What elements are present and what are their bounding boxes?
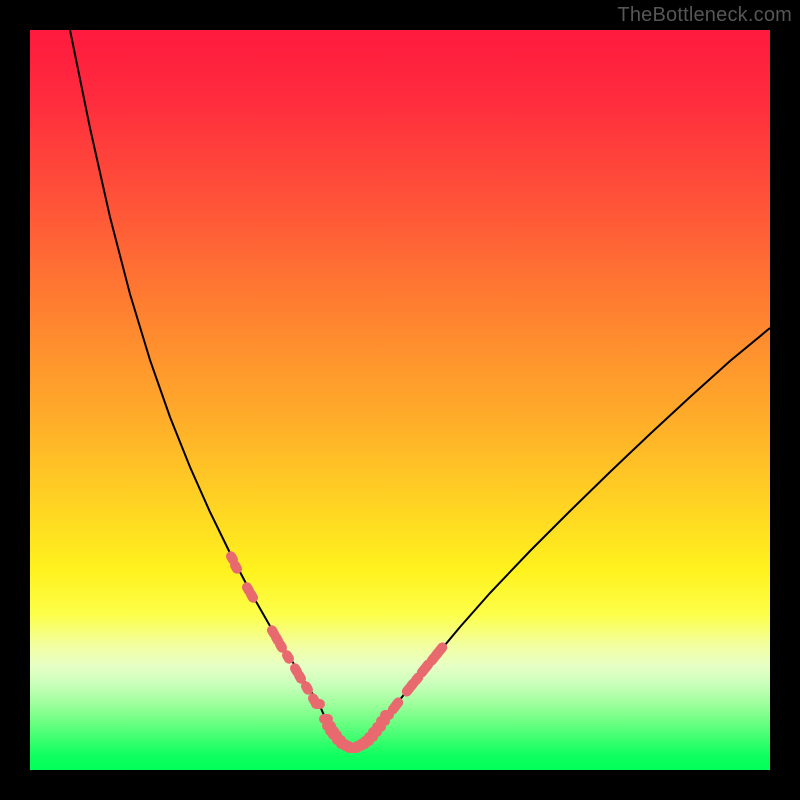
curve-layer	[30, 30, 770, 770]
data-marker	[380, 710, 394, 720]
right-bottleneck-curve	[370, 328, 770, 739]
plot-area	[30, 30, 770, 770]
chart-frame: TheBottleneck.com	[0, 0, 800, 800]
data-marker	[311, 699, 325, 709]
left-bottleneck-curve	[70, 30, 320, 706]
watermark-text: TheBottleneck.com	[617, 4, 792, 27]
data-markers	[224, 549, 449, 753]
